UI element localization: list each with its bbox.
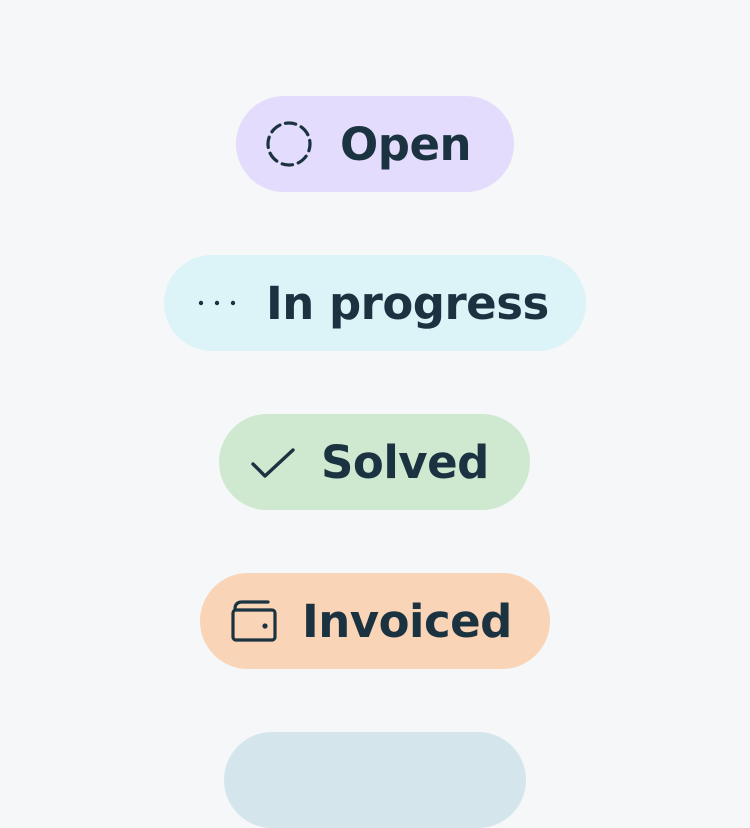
status-badge-open[interactable]: Open (236, 96, 514, 192)
status-badge-in-progress[interactable]: In progress (164, 255, 586, 351)
status-badge-partial[interactable] (224, 732, 526, 828)
wallet-icon (230, 597, 278, 645)
badge-label: Solved (321, 435, 489, 489)
dashed-circle-icon (265, 120, 313, 168)
status-badge-invoiced[interactable]: Invoiced (200, 573, 550, 669)
ellipsis-icon (197, 298, 237, 308)
badge-label: In progress (266, 276, 549, 330)
status-badge-solved[interactable]: Solved (219, 414, 530, 510)
badge-label: Invoiced (302, 594, 512, 648)
badge-label: Open (340, 117, 472, 171)
checkmark-icon (249, 438, 297, 486)
